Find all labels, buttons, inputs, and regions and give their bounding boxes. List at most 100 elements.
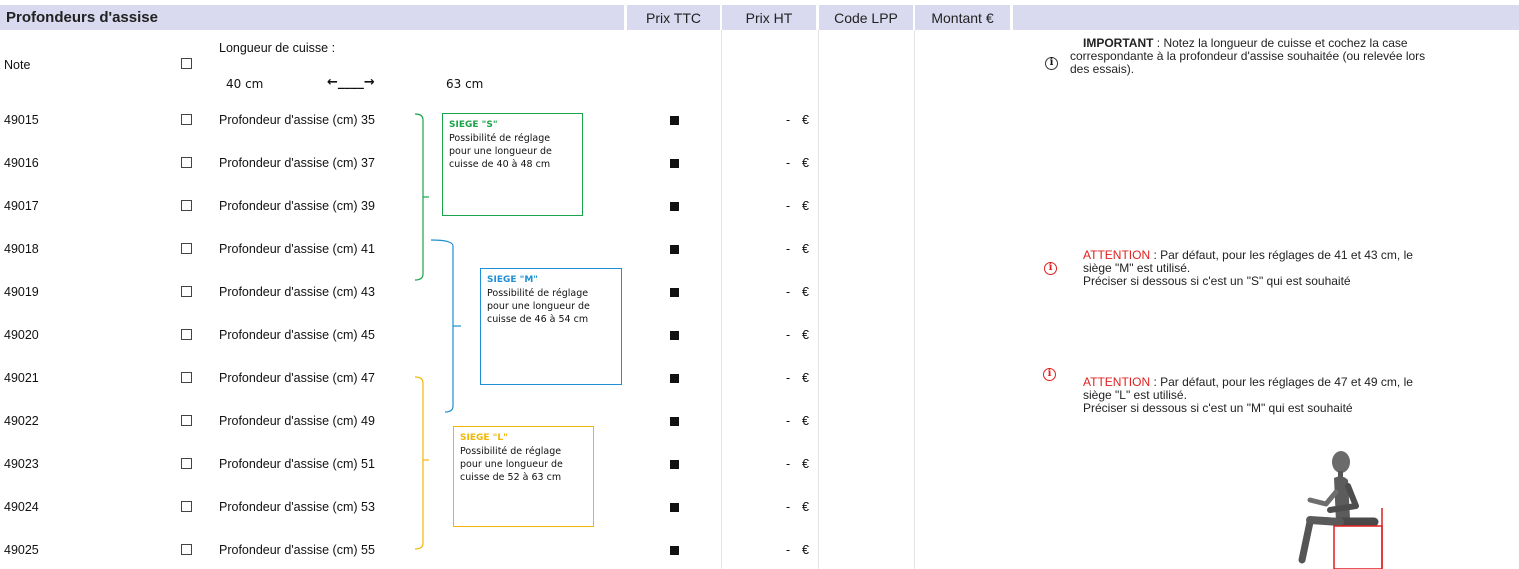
row-desc: Profondeur d'assise (cm) 39 (219, 199, 375, 213)
row-currency: € (802, 285, 809, 299)
price-marker (670, 245, 679, 254)
price-marker (670, 116, 679, 125)
important-text: : Notez la longueur de cuisse et cochez … (1153, 36, 1408, 50)
row-desc: Profondeur d'assise (cm) 41 (219, 242, 375, 256)
row-code: 49024 (4, 500, 39, 514)
row-price: - (786, 199, 791, 213)
row-price: - (786, 285, 791, 299)
attention-label: ATTENTION (1083, 375, 1151, 389)
price-marker (670, 417, 679, 426)
important-note: IMPORTANT : Notez la longueur de cuisse … (1070, 37, 1510, 76)
row-desc: Profondeur d'assise (cm) 35 (219, 113, 375, 127)
row-code: 49023 (4, 457, 39, 471)
attention-text: Préciser si dessous si c'est un "S" qui … (1083, 274, 1351, 288)
col-montant: Montant € (915, 5, 1010, 30)
row-price: - (786, 371, 791, 385)
row-checkbox[interactable] (181, 114, 192, 125)
attention-label: ATTENTION (1083, 248, 1151, 262)
siege-s-line: pour une longueur de (449, 146, 552, 157)
cuisse-label: Longueur de cuisse : (219, 41, 336, 55)
siege-s-line: cuisse de 40 à 48 cm (449, 159, 551, 170)
row-currency: € (802, 328, 809, 342)
info-icon: i (1045, 57, 1058, 70)
important-label: IMPORTANT (1083, 36, 1154, 50)
row-code: 49017 (4, 199, 39, 213)
price-marker (670, 331, 679, 340)
row-checkbox[interactable] (181, 329, 192, 340)
cuisse-min: 40 cm (226, 77, 264, 91)
row-code: 49019 (4, 285, 39, 299)
row-desc: Profondeur d'assise (cm) 53 (219, 500, 375, 514)
row-desc: Profondeur d'assise (cm) 37 (219, 156, 375, 170)
attention-note-l: ATTENTION : Par défaut, pour les réglage… (1083, 376, 1513, 415)
important-text: des essais). (1070, 62, 1135, 76)
price-marker (670, 503, 679, 512)
siege-l-line: cuisse de 52 à 63 cm (460, 472, 562, 483)
row-currency: € (802, 113, 809, 127)
bracket-s (414, 113, 424, 281)
row-checkbox[interactable] (181, 286, 192, 297)
siege-s-title: SIEGE "S" (449, 120, 498, 130)
row-checkbox[interactable] (181, 243, 192, 254)
important-text: correspondante à la profondeur d'assise … (1070, 49, 1426, 63)
row-checkbox[interactable] (181, 415, 192, 426)
row-code: 49020 (4, 328, 39, 342)
row-checkbox[interactable] (181, 544, 192, 555)
row-price: - (786, 414, 791, 428)
siege-m-line: pour une longueur de (487, 301, 590, 312)
seated-mannequin-icon (1298, 451, 1383, 569)
info-icon: i (1044, 262, 1057, 275)
row-currency: € (802, 500, 809, 514)
cuisse-max: 63 cm (446, 77, 484, 91)
row-checkbox[interactable] (181, 458, 192, 469)
row-desc: Profondeur d'assise (cm) 47 (219, 371, 375, 385)
cuisse-arrow: ←____→ (327, 74, 375, 90)
row-code: 49015 (4, 113, 39, 127)
siege-l-title: SIEGE "L" (460, 433, 508, 443)
row-currency: € (802, 414, 809, 428)
siege-m-title: SIEGE "M" (487, 275, 538, 285)
row-code: 49022 (4, 414, 39, 428)
row-checkbox[interactable] (181, 372, 192, 383)
section-title: Profondeurs d'assise (0, 5, 624, 30)
price-marker (670, 460, 679, 469)
siege-s-line: Possibilité de réglage (449, 133, 551, 144)
row-code: 49018 (4, 242, 39, 256)
siege-m-line: Possibilité de réglage (487, 288, 589, 299)
row-desc: Profondeur d'assise (cm) 51 (219, 457, 375, 471)
siege-l-line: pour une longueur de (460, 459, 563, 470)
siege-m-box: SIEGE "M" Possibilité de réglage pour un… (480, 268, 622, 385)
row-price: - (786, 328, 791, 342)
note-label: Note (4, 58, 31, 72)
price-marker (670, 202, 679, 211)
attention-text: : Par défaut, pour les réglages de 41 et… (1150, 248, 1413, 262)
row-price: - (786, 113, 791, 127)
price-marker (670, 374, 679, 383)
siege-l-line: Possibilité de réglage (460, 446, 562, 457)
bracket-m (430, 239, 454, 413)
attention-text: Préciser si dessous si c'est un "M" qui … (1083, 401, 1353, 415)
row-price: - (786, 242, 791, 256)
price-marker (670, 159, 679, 168)
row-desc: Profondeur d'assise (cm) 49 (219, 414, 375, 428)
row-currency: € (802, 371, 809, 385)
row-price: - (786, 156, 791, 170)
note-checkbox[interactable] (181, 58, 192, 69)
row-currency: € (802, 457, 809, 471)
row-code: 49025 (4, 543, 39, 557)
price-marker (670, 288, 679, 297)
row-code: 49021 (4, 371, 39, 385)
row-checkbox[interactable] (181, 157, 192, 168)
row-currency: € (802, 543, 809, 557)
col-code-lpp: Code LPP (819, 5, 913, 30)
attention-text: : Par défaut, pour les réglages de 47 et… (1150, 375, 1413, 389)
bracket-l (414, 376, 424, 550)
row-code: 49016 (4, 156, 39, 170)
row-price: - (786, 457, 791, 471)
row-checkbox[interactable] (181, 200, 192, 211)
row-checkbox[interactable] (181, 501, 192, 512)
col-prix-ttc: Prix TTC (627, 5, 720, 30)
notes-header (1013, 5, 1519, 30)
row-desc: Profondeur d'assise (cm) 43 (219, 285, 375, 299)
row-desc: Profondeur d'assise (cm) 55 (219, 543, 375, 557)
